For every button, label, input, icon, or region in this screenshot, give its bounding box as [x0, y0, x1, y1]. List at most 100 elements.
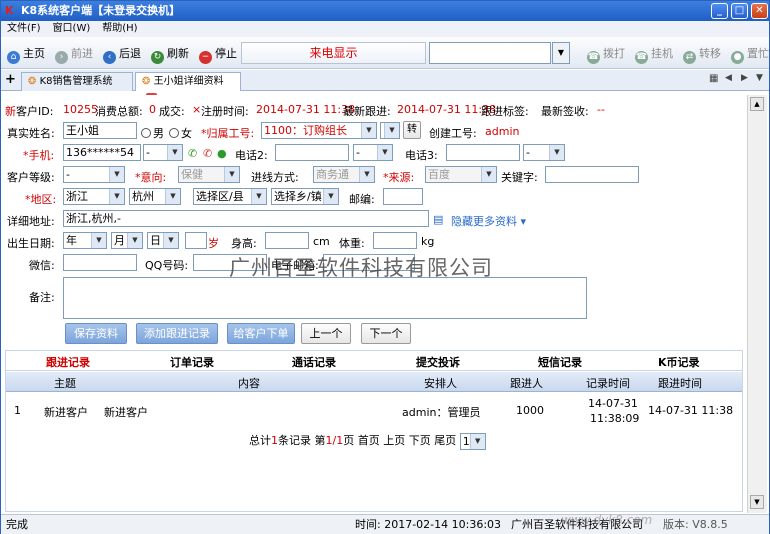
- transfer-button[interactable]: ⇄ 转移: [683, 46, 721, 64]
- tab-sales-system[interactable]: ❂ K8销售管理系统: [21, 72, 133, 91]
- col-arranger[interactable]: 安排人: [424, 375, 457, 391]
- gender-female-radio[interactable]: 女: [169, 125, 192, 141]
- col-topic[interactable]: 主题: [54, 375, 76, 391]
- last-page-link[interactable]: 尾页: [434, 434, 456, 447]
- phone2-type-select[interactable]: -: [353, 144, 393, 161]
- toggle-more-link[interactable]: 隐藏更多资料 ▾: [451, 213, 526, 229]
- phone3-type-select[interactable]: -: [523, 144, 565, 161]
- app-window: K K8系统客户端【未登录交换机】 _ □ ✕ 文件(F) 窗口(W) 帮助(H) …: [0, 0, 770, 534]
- district-select[interactable]: 选择区/县: [193, 188, 267, 205]
- creator-value: admin: [485, 125, 520, 138]
- tab-kcoin-records[interactable]: K币记录: [658, 354, 700, 370]
- expand-icon: ▤: [433, 213, 444, 226]
- tab-follow-records[interactable]: 跟进记录: [46, 354, 90, 370]
- home-button[interactable]: ⌂ 主页: [7, 46, 45, 64]
- birth-day-select[interactable]: 日: [147, 232, 179, 249]
- address-input[interactable]: 浙江,杭州,-: [63, 210, 429, 227]
- weight-input[interactable]: [373, 232, 417, 249]
- customer-id: 10255: [63, 103, 98, 116]
- birth-year-select[interactable]: 年: [63, 232, 107, 249]
- call-display: 来电显示: [241, 42, 426, 64]
- status-text: 完成: [6, 518, 28, 531]
- phone-number-input[interactable]: [429, 42, 551, 64]
- height-input[interactable]: [265, 232, 309, 249]
- tab-scroll-left-icon[interactable]: ◀: [725, 73, 732, 83]
- scroll-up-icon[interactable]: ▲: [750, 97, 764, 111]
- tab-call-records[interactable]: 通话记录: [292, 354, 336, 370]
- back-button[interactable]: ‹ 后退: [103, 46, 141, 64]
- tab-bar: + ❂ K8销售管理系统 ❂ 王小姐详细资料× ▦ ◀ ▶ ▼: [1, 70, 769, 104]
- town-select[interactable]: 选择乡/镇: [271, 188, 339, 205]
- mobile-type-select[interactable]: -: [143, 144, 183, 161]
- home-icon: ⌂: [7, 51, 20, 64]
- phone3-input[interactable]: [446, 144, 520, 161]
- remark-textarea[interactable]: [63, 277, 587, 319]
- page-select[interactable]: 1: [459, 432, 486, 450]
- close-button[interactable]: ✕: [751, 3, 768, 19]
- next-page-link[interactable]: 下页: [409, 434, 431, 447]
- dial-button[interactable]: ☎ 拨打: [587, 46, 625, 64]
- menu-window[interactable]: 窗口(W): [47, 21, 97, 37]
- birth-month-select[interactable]: 月: [111, 232, 143, 249]
- maximize-button[interactable]: □: [731, 3, 748, 19]
- col-record-time[interactable]: 记录时间: [586, 375, 630, 391]
- add-follow-button[interactable]: 添加跟进记录: [136, 323, 218, 344]
- col-follower[interactable]: 跟进人: [510, 375, 543, 391]
- menu-file[interactable]: 文件(F): [1, 21, 47, 37]
- transfer-owner-button[interactable]: 转: [403, 121, 421, 139]
- province-select[interactable]: 浙江: [63, 188, 125, 205]
- name-input[interactable]: 王小姐: [63, 122, 137, 139]
- sms-icon[interactable]: ✆: [203, 147, 212, 160]
- menu-bar: 文件(F) 窗口(W) 帮助(H): [1, 21, 769, 37]
- refresh-button[interactable]: ↻ 刷新: [151, 46, 189, 64]
- col-content[interactable]: 内容: [238, 375, 260, 391]
- prev-page-link[interactable]: 上页: [383, 434, 405, 447]
- age-input[interactable]: [185, 232, 207, 249]
- keyword-input[interactable]: [545, 166, 639, 183]
- prev-customer-button[interactable]: 上一个: [301, 323, 351, 344]
- tab-customer-detail[interactable]: ❂ 王小姐详细资料×: [135, 72, 241, 104]
- save-button[interactable]: 保存资料: [65, 323, 127, 344]
- back-arrow-icon: ‹: [103, 51, 116, 64]
- k8-logo-icon: ❂: [28, 76, 37, 87]
- stop-button[interactable]: − 停止: [199, 46, 237, 64]
- pagination: 总计1条记录 第1/1页 首页 上页 下页 尾页 1: [249, 432, 486, 450]
- intent-select[interactable]: 保健: [178, 166, 240, 183]
- owner-select[interactable]: 1100：订购组长: [261, 122, 377, 139]
- scroll-down-icon[interactable]: ▼: [750, 495, 764, 509]
- city-select[interactable]: 杭州: [129, 188, 181, 205]
- channel-select[interactable]: 商务通: [313, 166, 375, 183]
- tab-scroll-right-icon[interactable]: ▶: [741, 73, 748, 83]
- next-customer-button[interactable]: 下一个: [361, 323, 411, 344]
- chat-icon[interactable]: ●: [217, 147, 227, 160]
- tab-complaints[interactable]: 提交投诉: [416, 354, 460, 370]
- tab-order-records[interactable]: 订单记录: [170, 354, 214, 370]
- gender-male-radio[interactable]: 男: [141, 125, 164, 141]
- wechat-input[interactable]: [63, 254, 137, 271]
- level-select[interactable]: -: [63, 166, 125, 183]
- source-select[interactable]: 百度: [425, 166, 497, 183]
- phone-number-dropdown[interactable]: ▼: [552, 42, 570, 64]
- first-page-link[interactable]: 首页: [358, 434, 380, 447]
- col-follow-time[interactable]: 跟进时间: [658, 375, 702, 391]
- vertical-scrollbar[interactable]: ▲ ▼: [747, 95, 767, 513]
- forward-button[interactable]: › 前进: [55, 46, 93, 64]
- records-header: 主题 内容 安排人 跟进人 记录时间 跟进时间: [6, 372, 742, 392]
- hangup-button[interactable]: ☎ 挂机: [635, 46, 673, 64]
- menu-help[interactable]: 帮助(H): [96, 21, 143, 37]
- mobile-input[interactable]: 136******54: [63, 144, 141, 161]
- new-tab-icon[interactable]: +: [5, 72, 16, 87]
- tab-sms-records[interactable]: 短信记录: [538, 354, 582, 370]
- app-logo-icon: K: [5, 4, 14, 17]
- hangup-icon: ☎: [635, 51, 648, 64]
- zip-input[interactable]: [383, 188, 423, 205]
- place-order-button[interactable]: 给客户下单: [227, 323, 295, 344]
- phone2-input[interactable]: [275, 144, 349, 161]
- busy-button[interactable]: ● 置忙: [731, 46, 769, 64]
- tab-menu-icon[interactable]: ▼: [756, 73, 763, 83]
- tab-grid-icon[interactable]: ▦: [709, 73, 718, 84]
- minimize-button[interactable]: _: [711, 3, 728, 19]
- owner-sub-select[interactable]: [380, 122, 400, 139]
- call-icon[interactable]: ✆: [188, 147, 197, 160]
- status-version: 版本: V8.8.5: [663, 518, 728, 531]
